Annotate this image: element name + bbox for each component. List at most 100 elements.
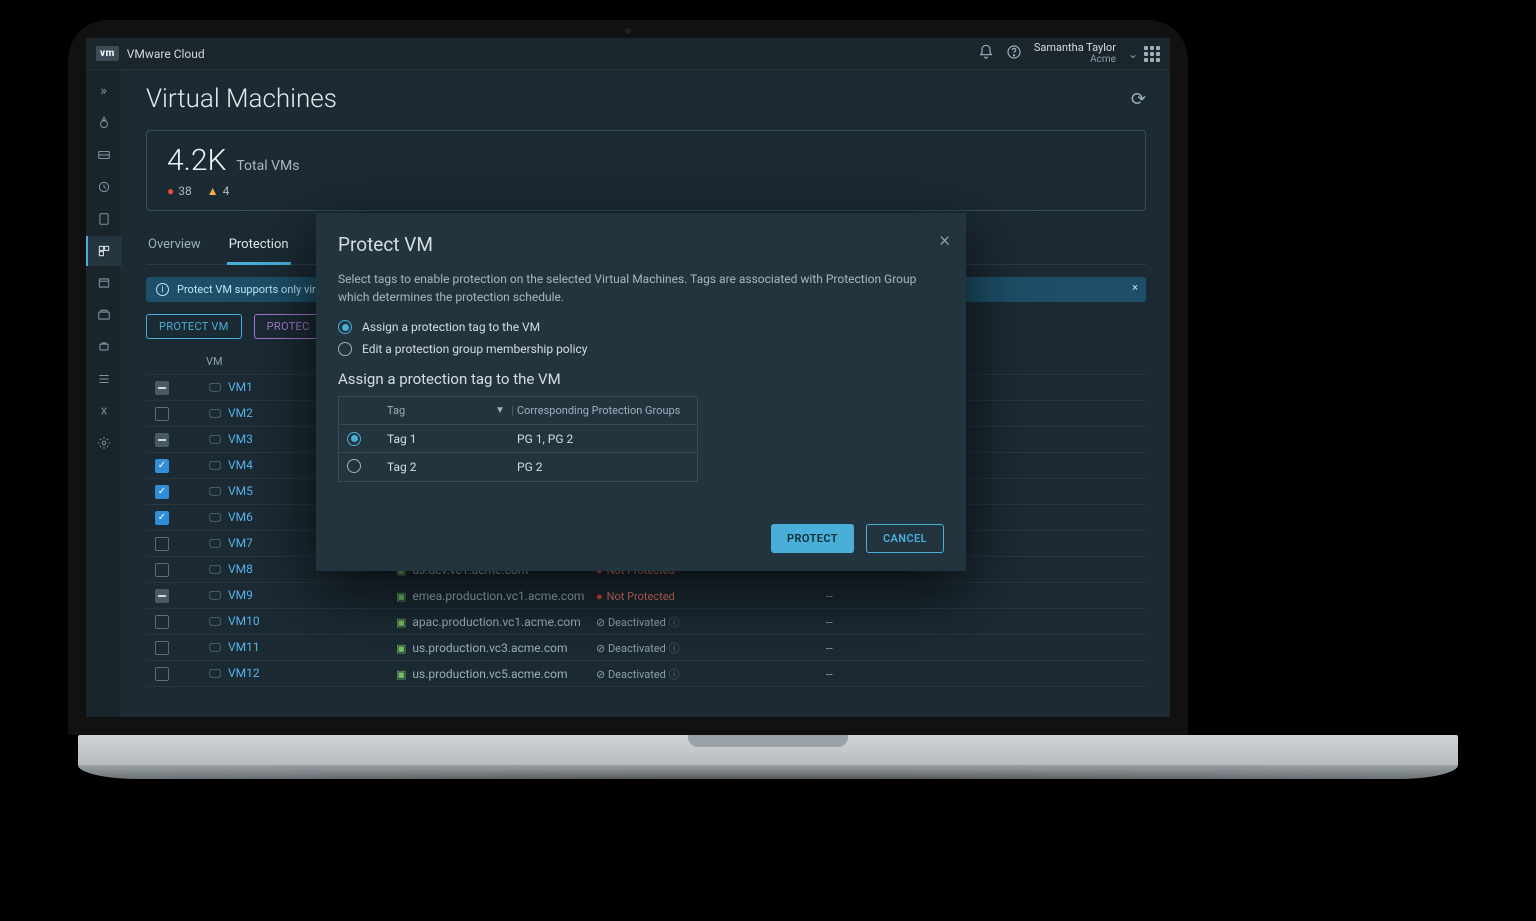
info-small-icon: ⓘ [669, 642, 680, 655]
sidebar-item-10[interactable] [86, 396, 122, 426]
last-cell: -- [826, 667, 926, 681]
vcenter-icon: ▣ [396, 642, 406, 655]
bell-icon[interactable] [972, 44, 1000, 63]
topbar: vm VMware Cloud Samantha Taylor Acme ⌄ [86, 38, 1170, 70]
tag-radio[interactable] [347, 432, 361, 446]
vm-name-link[interactable]: VM11 [228, 640, 260, 654]
vm-icon: 🖵 [206, 380, 224, 395]
last-cell: -- [826, 615, 926, 629]
vm-icon: 🖵 [206, 666, 224, 681]
table-row: 🖵VM10▣apac.production.vc1.acme.com⊘ Deac… [146, 609, 1146, 635]
modal-cancel-button[interactable]: CANCEL [866, 524, 944, 553]
sidebar-item-vms[interactable] [86, 236, 122, 266]
sidebar-item-1[interactable] [86, 108, 122, 138]
user-menu[interactable]: Samantha Taylor Acme [1028, 42, 1122, 65]
row-checkbox[interactable] [155, 407, 169, 421]
vm-name-link[interactable]: VM9 [228, 588, 253, 602]
sidebar-item-4[interactable] [86, 204, 122, 234]
row-checkbox[interactable] [155, 563, 169, 577]
row-checkbox[interactable] [155, 615, 169, 629]
tag-name: Tag 1 [387, 432, 517, 446]
last-cell: -- [826, 641, 926, 655]
modal-protect-button[interactable]: PROTECT [771, 524, 854, 553]
last-cell: -- [826, 589, 926, 603]
row-checkbox[interactable] [155, 433, 169, 447]
vcenter-icon: ▣ [396, 590, 406, 603]
vcenter-text: us.production.vc3.acme.com [412, 641, 567, 655]
tab-protection[interactable]: Protection [227, 229, 291, 265]
vm-icon: 🖵 [206, 536, 224, 551]
help-icon[interactable] [1000, 44, 1028, 63]
sidebar-item-8[interactable] [86, 332, 122, 362]
table-row: 🖵VM9▣emea.production.vc1.acme.com●Not Pr… [146, 583, 1146, 609]
row-checkbox[interactable] [155, 485, 169, 499]
protect-vm-button[interactable]: PROTECT VM [146, 314, 242, 339]
vm-name-link[interactable]: VM5 [228, 484, 253, 498]
vm-name-link[interactable]: VM3 [228, 432, 253, 446]
summary-card: 4.2K Total VMs ●38 ▲4 [146, 130, 1146, 211]
sidebar: » [86, 70, 122, 717]
info-icon: i [156, 283, 169, 296]
info-banner-text: Protect VM supports only virtual [177, 283, 334, 296]
sidebar-item-settings[interactable] [86, 428, 122, 458]
modal-close-icon[interactable]: × [940, 227, 950, 251]
total-vms-count: 4.2K [167, 143, 226, 178]
brand-name: VMware Cloud [127, 47, 205, 61]
vm-name-link[interactable]: VM12 [228, 666, 260, 680]
refresh-icon[interactable]: ⟳ [1131, 89, 1146, 110]
user-name: Samantha Taylor [1034, 42, 1116, 54]
vcenter-icon: ▣ [396, 668, 406, 681]
vm-name-link[interactable]: VM10 [228, 614, 260, 628]
vcenter-text: us.production.vc5.acme.com [412, 667, 567, 681]
row-checkbox[interactable] [155, 641, 169, 655]
row-checkbox[interactable] [155, 511, 169, 525]
tag-groups: PG 2 [517, 460, 689, 474]
tag-row[interactable]: Tag 1PG 1, PG 2 [339, 425, 697, 453]
error-dot-icon: ● [596, 590, 603, 603]
sidebar-item-3[interactable] [86, 172, 122, 202]
vm-icon: 🖵 [206, 614, 224, 629]
sidebar-item-7[interactable] [86, 300, 122, 330]
apps-grid-icon[interactable] [1144, 46, 1160, 62]
vm-name-link[interactable]: VM2 [228, 406, 253, 420]
col-groups: Corresponding Protection Groups [517, 404, 689, 417]
user-org: Acme [1090, 54, 1116, 65]
radio-assign-tag[interactable]: Assign a protection tag to the VM [338, 320, 944, 334]
filter-icon[interactable]: ▼ [495, 405, 505, 416]
deactivated-icon: ⊘ [596, 668, 605, 681]
sidebar-expand-icon[interactable]: » [86, 76, 122, 106]
tag-radio[interactable] [347, 459, 361, 473]
vm-name-link[interactable]: VM7 [228, 536, 253, 550]
table-row: 🖵VM11▣us.production.vc3.acme.com⊘ Deacti… [146, 635, 1146, 661]
warning-icon: ▲ [207, 184, 219, 198]
vcenter-icon: ▣ [396, 616, 406, 629]
radio-label-2: Edit a protection group membership polic… [362, 342, 587, 356]
tab-overview[interactable]: Overview [146, 229, 203, 264]
tag-row[interactable]: Tag 2PG 2 [339, 453, 697, 481]
table-row: 🖵VM12▣us.production.vc5.acme.com⊘ Deacti… [146, 661, 1146, 687]
chevron-down-icon[interactable]: ⌄ [1122, 47, 1144, 61]
brand-badge: vm [96, 46, 119, 61]
row-checkbox[interactable] [155, 589, 169, 603]
vm-name-link[interactable]: VM4 [228, 458, 253, 472]
row-checkbox[interactable] [155, 381, 169, 395]
sidebar-item-6[interactable] [86, 268, 122, 298]
sidebar-item-2[interactable] [86, 140, 122, 170]
row-checkbox[interactable] [155, 667, 169, 681]
protect-button-2[interactable]: PROTEC [254, 314, 323, 339]
vm-icon: 🖵 [206, 588, 224, 603]
vm-name-link[interactable]: VM1 [228, 380, 253, 394]
vm-icon: 🖵 [206, 640, 224, 655]
error-icon: ● [167, 184, 174, 198]
row-checkbox[interactable] [155, 459, 169, 473]
vm-name-link[interactable]: VM6 [228, 510, 253, 524]
banner-close-icon[interactable]: × [1132, 281, 1138, 294]
vm-name-link[interactable]: VM8 [228, 562, 253, 576]
radio-icon [338, 342, 352, 356]
vm-icon: 🖵 [206, 406, 224, 421]
modal-description: Select tags to enable protection on the … [338, 270, 944, 306]
radio-edit-policy[interactable]: Edit a protection group membership polic… [338, 342, 944, 356]
sidebar-item-9[interactable] [86, 364, 122, 394]
row-checkbox[interactable] [155, 537, 169, 551]
tag-name: Tag 2 [387, 460, 517, 474]
